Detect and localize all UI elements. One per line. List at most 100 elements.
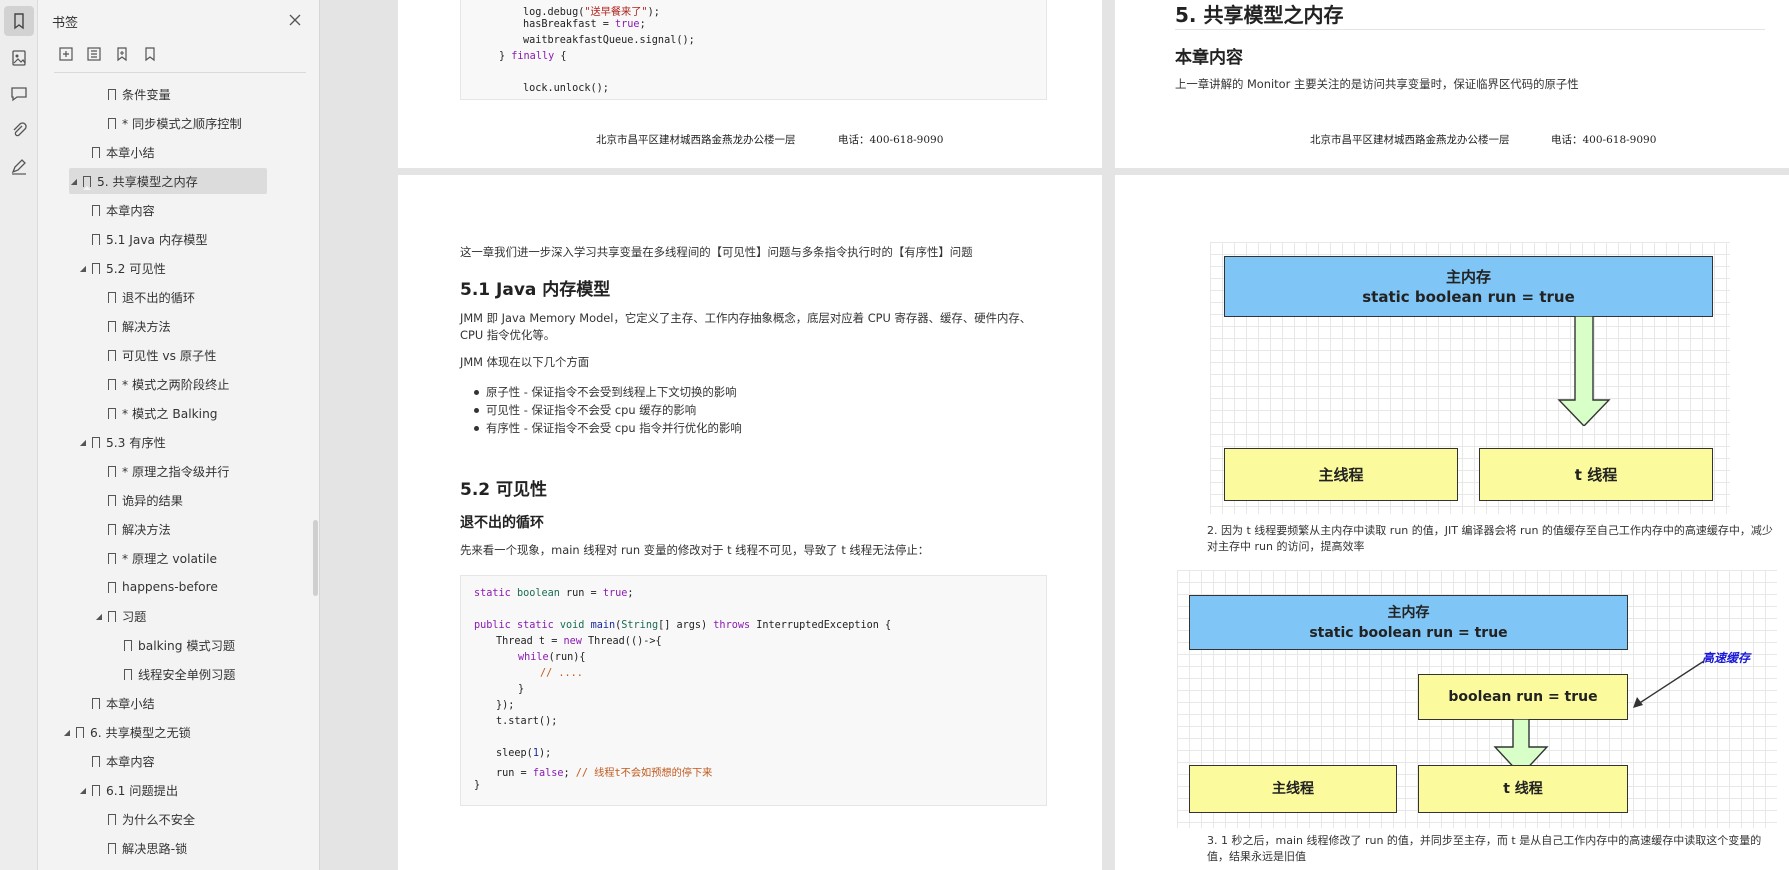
collapse-all-icon[interactable]: [86, 46, 102, 62]
bookmark-item[interactable]: 解决方法: [94, 516, 171, 542]
chapter-heading: 5. 共享模型之内存: [1175, 3, 1344, 27]
page-top-right: 5. 共享模型之内存 本章内容 上一章讲解的 Monitor 主要关注的是访问共…: [1115, 0, 1789, 168]
page-bottom-left: 这一章我们进一步深入学习共享变量在多线程间的【可见性】问题与多条指令执行时的【有…: [398, 175, 1102, 870]
code-line: }: [474, 780, 481, 791]
add-bookmark-icon[interactable]: [114, 46, 130, 62]
code-line: sleep(1);: [496, 748, 552, 759]
bookmark-item[interactable]: balking 模式习题: [110, 632, 235, 658]
bookmark-item[interactable]: * 模式之两阶段终止: [94, 371, 229, 397]
bookmark-ribbon-icon: [108, 320, 116, 335]
page-top-left: log.debug("送早餐来了"); hasBreakfast = true;…: [398, 0, 1102, 168]
attachment-icon[interactable]: [4, 115, 34, 145]
bookmark-item[interactable]: ◢ 5. 共享模型之内存: [69, 168, 267, 194]
panel-title: 书签: [52, 16, 79, 31]
page-bottom-right: 主内存 static boolean run = true 主线程 t 线程 2…: [1115, 175, 1789, 870]
code-line: static boolean run = true;: [474, 588, 634, 599]
bookmark-item[interactable]: * 同步模式之顺序控制: [94, 110, 242, 136]
code-line: run = false; // 线程t不会如预想的停下来: [496, 768, 713, 779]
bookmark-icon[interactable]: [4, 6, 34, 36]
bookmark-item[interactable]: 解决方法: [94, 313, 171, 339]
bookmark-ribbon-icon: [108, 88, 116, 103]
bookmark-ribbon-icon: [108, 349, 116, 364]
step-2-text: 2. 因为 t 线程要频繁从主内存中读取 run 的值，JIT 编译器会将 ru…: [1207, 524, 1773, 553]
bookmark-ribbon-icon: [108, 117, 116, 132]
document-view: log.debug("送早餐来了"); hasBreakfast = true;…: [320, 0, 1789, 870]
bookmark-ribbon-icon: [108, 465, 116, 480]
bookmark-label: 诡异的结果: [122, 494, 183, 508]
expand-triangle-icon[interactable]: ◢: [94, 612, 104, 621]
bookmark-item[interactable]: 本章内容: [78, 197, 155, 223]
bookmark-label: 线程安全单例习题: [138, 668, 236, 682]
bookmark-item[interactable]: 解决思路-锁: [94, 835, 187, 861]
bookmark-item[interactable]: * 原理之指令级并行: [94, 458, 229, 484]
bookmark-label: 习题: [122, 610, 147, 624]
bookmark-item[interactable]: ◢ 6.1 问题提出: [78, 777, 178, 803]
comment-icon[interactable]: [4, 79, 34, 109]
panel-scrollbar[interactable]: [313, 520, 318, 596]
section-heading-visibility: 5.2 可见性: [460, 480, 548, 500]
bookmark-outline-icon[interactable]: [142, 46, 158, 62]
bookmark-ribbon-icon: [108, 407, 116, 422]
bookmark-item[interactable]: happens-before: [94, 574, 218, 600]
bookmark-item[interactable]: ◢ 习题: [94, 603, 146, 629]
cache-pointer-arrow-icon: [1633, 660, 1705, 708]
bookmark-item[interactable]: 5.1 Java 内存模型: [78, 226, 208, 252]
code-line: waitbreakfastQueue.signal();: [523, 35, 695, 46]
bookmark-item[interactable]: 本章小结: [78, 690, 155, 716]
bookmark-item[interactable]: 条件变量: [94, 81, 171, 107]
bookmark-label: 本章小结: [106, 697, 155, 711]
bookmark-ribbon-icon: [108, 291, 116, 306]
bookmark-item[interactable]: 为什么不安全: [94, 806, 195, 832]
main-memory-title: 主内存: [1387, 604, 1430, 621]
signature-icon[interactable]: [4, 151, 34, 181]
expand-all-icon[interactable]: [58, 46, 74, 62]
t-thread-box: t 线程: [1479, 448, 1713, 501]
intro-paragraph: 这一章我们进一步深入学习共享变量在多线程间的【可见性】问题与多条指令执行时的【有…: [460, 245, 973, 259]
bookmark-item[interactable]: ◢ 5.3 有序性: [78, 429, 166, 455]
bookmark-label: * 模式之两阶段终止: [122, 378, 230, 392]
bookmark-ribbon-icon: [108, 813, 116, 828]
code-block: static boolean run = true; public static…: [460, 575, 1047, 806]
list-item: 可见性 - 保证指令不会受 cpu 缓存的影响: [473, 403, 697, 417]
section-heading-jmm: 5.1 Java 内存模型: [460, 280, 611, 300]
expand-triangle-icon[interactable]: ◢: [78, 438, 88, 447]
bookmark-item[interactable]: 诡异的结果: [94, 487, 183, 513]
memory-diagram-1: 主内存 static boolean run = true 主线程 t 线程: [1210, 242, 1730, 514]
bookmark-ribbon-icon: [92, 146, 100, 161]
bookmark-label: balking 模式习题: [138, 639, 236, 653]
list-item: 原子性 - 保证指令不会受到线程上下文切换的影响: [474, 385, 737, 399]
heading-rule: [1175, 29, 1765, 30]
expand-triangle-icon[interactable]: ◢: [78, 264, 88, 273]
code-line: }: [518, 684, 525, 695]
code-line: while(run){: [518, 652, 586, 663]
bookmark-label: 条件变量: [122, 88, 171, 102]
bookmark-label: 解决思路-锁: [122, 842, 188, 856]
bookmark-ribbon-icon: [92, 755, 100, 770]
bookmark-label: happens-before: [122, 580, 218, 594]
bookmark-ribbon-icon: [108, 552, 116, 567]
code-line: // ....: [540, 668, 583, 679]
memory-diagram-2: 主内存 static boolean run = true 高速缓存 boole…: [1177, 570, 1777, 828]
bookmark-ribbon-icon: [92, 233, 100, 248]
expand-triangle-icon[interactable]: ◢: [62, 728, 72, 737]
bookmark-item[interactable]: 本章小结: [78, 139, 155, 165]
thumbnail-icon[interactable]: [4, 43, 34, 73]
bookmark-ribbon-icon: [92, 204, 100, 219]
close-icon[interactable]: [288, 13, 302, 27]
bookmark-item[interactable]: 可见性 vs 原子性: [94, 342, 216, 368]
bookmark-item[interactable]: ◢ 6. 共享模型之无锁: [62, 719, 191, 745]
bookmark-item[interactable]: * 原理之 volatile: [94, 545, 217, 571]
expand-triangle-icon[interactable]: ◢: [69, 177, 79, 186]
expand-triangle-icon[interactable]: ◢: [78, 786, 88, 795]
cache-label: 高速缓存: [1702, 651, 1751, 665]
bookmark-item[interactable]: 线程安全单例习题: [110, 661, 236, 687]
main-memory-value: static boolean run = true: [1309, 624, 1508, 641]
jmm-description: JMM 即 Java Memory Model，它定义了主存、工作内存抽象概念，…: [460, 311, 1032, 342]
paragraph: 上一章讲解的 Monitor 主要关注的是访问共享变量时，保证临界区代码的原子性: [1175, 77, 1579, 91]
bookmark-item[interactable]: * 模式之 Balking: [94, 400, 218, 426]
subsection-heading: 退不出的循环: [460, 515, 544, 531]
bookmark-item[interactable]: ◢ 5.2 可见性: [78, 255, 166, 281]
bookmark-label: 可见性 vs 原子性: [122, 349, 217, 363]
bookmark-item[interactable]: 退不出的循环: [94, 284, 195, 310]
bookmark-item[interactable]: 本章内容: [78, 748, 155, 774]
